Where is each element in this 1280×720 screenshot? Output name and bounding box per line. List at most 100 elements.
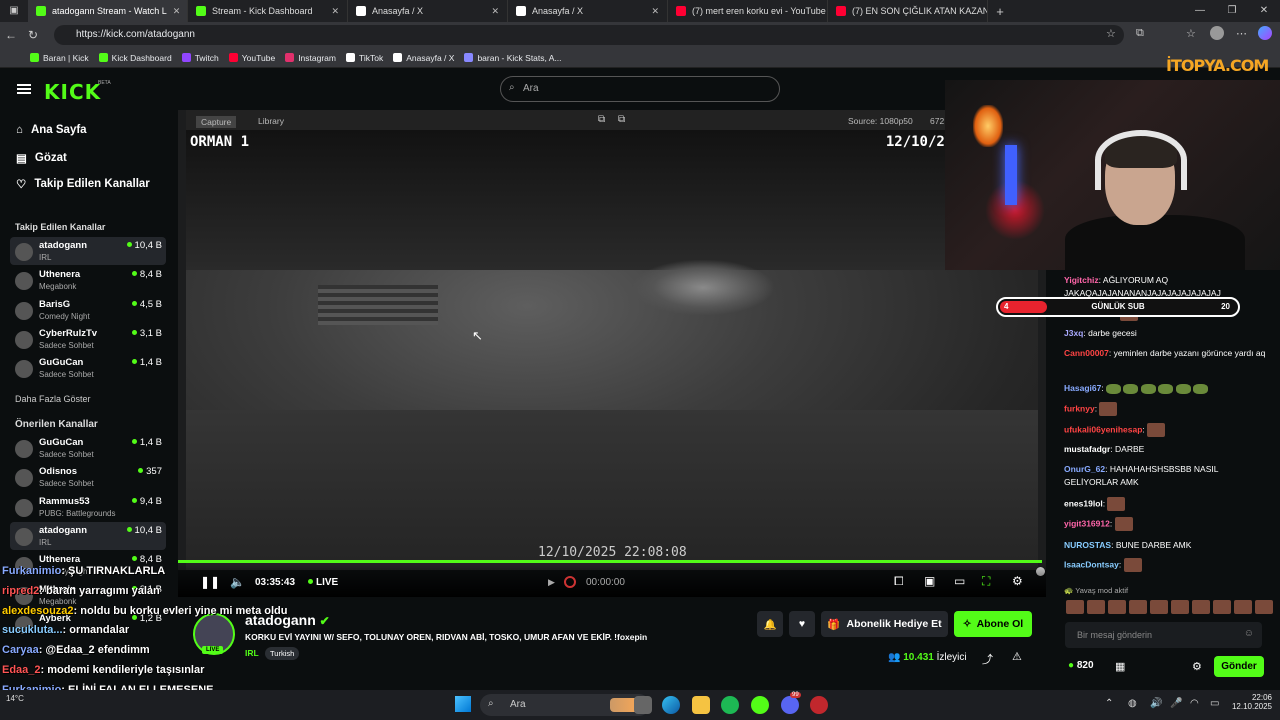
emote[interactable] xyxy=(1192,383,1208,394)
play-small-icon[interactable]: ▶ xyxy=(548,577,555,588)
nav-home[interactable]: ⌂ Ana Sayfa xyxy=(16,124,87,136)
bookmark-item[interactable]: Baran | Kick xyxy=(30,53,89,63)
kick-app-icon[interactable] xyxy=(751,696,769,714)
browser-tab-3[interactable]: Anasayfa / X ✕ xyxy=(508,0,668,22)
edge-icon[interactable] xyxy=(662,696,680,714)
tray-chevron-icon[interactable]: ⌃ xyxy=(1105,698,1113,709)
network-icon[interactable]: ◍ xyxy=(1128,698,1137,709)
discord-icon[interactable] xyxy=(781,696,799,714)
sidebar-channel-cyberrulztv[interactable]: CyberRulzTv Sadece Sohbet 3,1 B xyxy=(10,325,166,353)
sidebar-channel-atadogann[interactable]: atadogann IRL 10,4 B xyxy=(10,521,166,550)
theater-icon[interactable]: ⧠ xyxy=(894,574,904,589)
clock[interactable]: 22:06 12.10.2025 xyxy=(1228,693,1272,711)
extensions-icon[interactable]: ⧉ xyxy=(1136,27,1144,40)
reload-icon[interactable]: ↻ xyxy=(22,28,44,42)
fullscreen-icon[interactable]: ⛶ xyxy=(982,574,990,589)
emote[interactable] xyxy=(1129,600,1147,614)
share-icon[interactable]: ⤴ xyxy=(982,651,993,667)
chat-username[interactable]: Yigitchiz xyxy=(1064,275,1099,285)
battery-icon[interactable]: ▭ xyxy=(1210,698,1219,709)
library-tab[interactable]: Library xyxy=(258,116,284,126)
miniplayer-icon[interactable]: ▭ xyxy=(954,574,965,588)
bookmark-item[interactable]: baran - Kick Stats, A... xyxy=(464,53,562,63)
send-button[interactable]: Gönder xyxy=(1214,656,1264,677)
hamburger-menu-icon[interactable] xyxy=(17,84,31,94)
task-view-icon[interactable] xyxy=(634,696,652,714)
chat-username[interactable]: Cann00007 xyxy=(1064,348,1109,358)
sidebar-channel-atadogann[interactable]: atadogann IRL 10,4 B xyxy=(10,237,166,265)
chat-username[interactable]: NUROSTAS xyxy=(1064,540,1111,550)
close-tab-icon[interactable]: ✕ xyxy=(645,6,659,17)
chat-username[interactable]: ufukali06yenihesap xyxy=(1064,424,1142,434)
mic-icon[interactable]: 🎤 xyxy=(1170,698,1182,709)
close-window-icon[interactable]: ✕ xyxy=(1248,0,1280,22)
maximize-icon[interactable]: ❐ xyxy=(1216,0,1248,22)
bookmark-item[interactable]: Anasayfa / X xyxy=(393,53,454,63)
emote[interactable] xyxy=(1099,402,1118,416)
browser-tab-1[interactable]: Stream - Kick Dashboard ✕ xyxy=(188,0,348,22)
emote[interactable] xyxy=(1171,600,1189,614)
bookmark-item[interactable]: YouTube xyxy=(228,53,275,63)
volume-icon[interactable]: 🔈 xyxy=(230,575,245,589)
bookmark-item[interactable]: Twitch xyxy=(181,53,219,63)
emote[interactable] xyxy=(1087,600,1105,614)
search-input[interactable]: ⌕ Ara xyxy=(500,76,780,102)
pause-icon[interactable]: ❚❚ xyxy=(200,575,220,589)
popout-icon[interactable]: ⧉ xyxy=(618,114,625,125)
browser-tab-4[interactable]: (7) mert eren korku evi - YouTube✕ xyxy=(668,0,828,22)
profile-avatar[interactable] xyxy=(1210,26,1224,40)
emote[interactable] xyxy=(1123,558,1142,572)
new-tab-icon[interactable]: + xyxy=(988,4,1012,19)
emote[interactable] xyxy=(1150,600,1168,614)
favorite-star-icon[interactable]: ☆ xyxy=(1106,27,1116,40)
chat-username[interactable]: enes19lol xyxy=(1064,498,1103,508)
chat-username[interactable]: OnurG_62 xyxy=(1064,464,1105,474)
emote[interactable] xyxy=(1114,517,1133,531)
weather-widget[interactable]: 14°C xyxy=(6,694,24,703)
chat-username[interactable]: Hasagi67 xyxy=(1064,383,1101,393)
capture-tab[interactable]: Capture xyxy=(196,116,237,128)
sidebar-channel-uthenera[interactable]: Uthenera Megabonk 8,4 B xyxy=(10,266,166,294)
emote[interactable] xyxy=(1175,383,1191,394)
chat-username[interactable]: IsaacDontsay xyxy=(1064,559,1119,569)
wifi-icon[interactable]: ◠ xyxy=(1190,698,1199,709)
video-player[interactable]: Capture Library Source: 1080p50 672 ⧉ ⧉ … xyxy=(178,110,1046,570)
emote[interactable] xyxy=(1140,383,1156,394)
browser-tab-5[interactable]: (7) EN SON ÇIĞLIK ATAN KAZANI✕ xyxy=(828,0,988,22)
chat-username[interactable]: mustafadgr xyxy=(1064,444,1110,454)
subscribe-button[interactable]: ✧ Abone Ol xyxy=(954,611,1032,637)
show-more-link[interactable]: Daha Fazla Göster xyxy=(15,394,91,404)
file-explorer-icon[interactable] xyxy=(692,696,710,714)
emote[interactable] xyxy=(1108,600,1126,614)
back-icon[interactable]: ← xyxy=(0,28,22,42)
windows-start-icon[interactable] xyxy=(455,696,471,712)
report-icon[interactable]: ⚠ xyxy=(1012,650,1022,663)
window-menu-icon[interactable]: ▣ xyxy=(0,0,28,22)
obs-icon[interactable] xyxy=(810,696,828,714)
more-menu-icon[interactable]: ⋯ xyxy=(1236,27,1247,40)
close-tab-icon[interactable]: ✕ xyxy=(167,6,181,17)
sidebar-channel-barisg[interactable]: BarisG Comedy Night 4,5 B xyxy=(10,296,166,324)
gift-subscription-button[interactable]: 🎁 Abonelik Hediye Et xyxy=(821,611,948,637)
kick-logo[interactable]: KICK xyxy=(44,80,101,104)
settings-gear-icon[interactable]: ⚙ xyxy=(1012,574,1023,588)
chat-input[interactable]: Bir mesaj gönderin ☺ xyxy=(1065,622,1262,648)
bookmark-item[interactable]: TikTok xyxy=(345,53,383,63)
nav-following[interactable]: ♡ Takip Edilen Kanallar xyxy=(16,177,150,191)
speaker-icon[interactable]: 🔊 xyxy=(1150,698,1162,709)
browser-tab-0[interactable]: atadogann Stream - Watch L ✕ xyxy=(28,0,188,22)
sidebar-channel-odisnos[interactable]: Odisnos Sadece Sohbet 357 xyxy=(10,463,166,491)
copilot-icon[interactable] xyxy=(1258,26,1272,40)
nav-browse[interactable]: ▤ Gözat xyxy=(16,151,67,165)
bookmark-item[interactable]: Instagram xyxy=(285,53,336,63)
emote[interactable] xyxy=(1213,600,1231,614)
emote[interactable] xyxy=(1066,600,1084,614)
emote[interactable] xyxy=(1192,600,1210,614)
taskbar-search[interactable]: ⌕ Ara xyxy=(480,694,650,716)
language-tag[interactable]: Turkish xyxy=(265,647,300,660)
emote[interactable] xyxy=(1255,600,1273,614)
minimize-icon[interactable]: — xyxy=(1184,0,1216,22)
emote[interactable] xyxy=(1158,383,1174,394)
emoji-picker-icon[interactable]: ☺ xyxy=(1244,628,1254,639)
sidebar-channel-gugucan[interactable]: GuGuCan Sadece Sohbet 1,4 B xyxy=(10,434,166,462)
